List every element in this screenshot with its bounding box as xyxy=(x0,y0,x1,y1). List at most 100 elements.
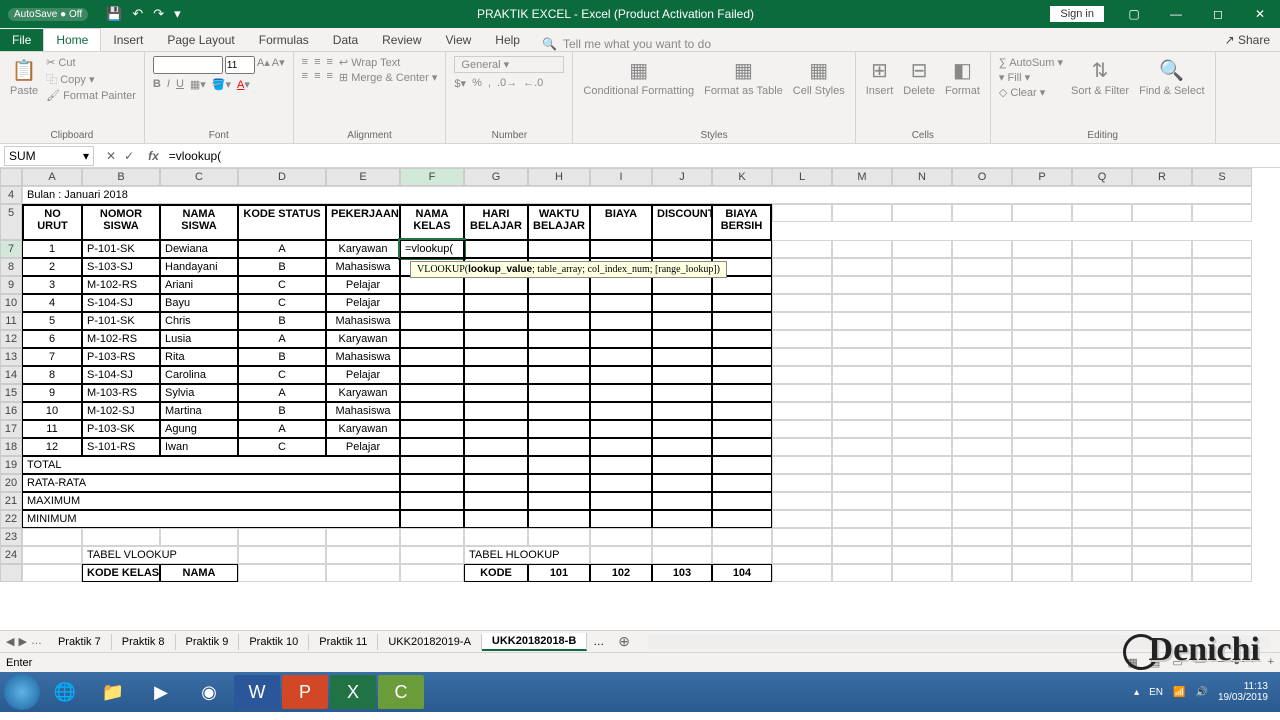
cell[interactable] xyxy=(772,456,832,474)
minimize-icon[interactable]: — xyxy=(1156,0,1196,28)
cell[interactable] xyxy=(464,294,528,312)
sheet-tab[interactable]: Praktik 11 xyxy=(309,634,378,650)
cell[interactable] xyxy=(400,510,464,528)
cell[interactable] xyxy=(82,528,160,546)
format-as-table-button[interactable]: ▦Format as Table xyxy=(702,56,785,99)
cell[interactable] xyxy=(832,564,892,582)
tab-pagelayout[interactable]: Page Layout xyxy=(155,29,246,51)
cell[interactable] xyxy=(772,204,832,222)
cell[interactable] xyxy=(712,474,772,492)
cell[interactable]: Sylvia xyxy=(160,384,238,402)
cell[interactable] xyxy=(892,456,952,474)
autosave-toggle[interactable]: AutoSave ● Off xyxy=(8,8,88,21)
cell[interactable] xyxy=(1012,348,1072,366)
cell[interactable] xyxy=(1072,384,1132,402)
cell-editing[interactable] xyxy=(400,312,464,330)
cell[interactable] xyxy=(832,348,892,366)
col-header-Q[interactable]: Q xyxy=(1072,168,1132,186)
col-header-N[interactable]: N xyxy=(892,168,952,186)
zoom-slider[interactable]: ──●── xyxy=(1218,656,1256,669)
cell[interactable] xyxy=(1132,240,1192,258)
row-header[interactable]: 23 xyxy=(0,528,22,546)
cell[interactable] xyxy=(652,528,712,546)
row-header[interactable]: 13 xyxy=(0,348,22,366)
cell[interactable]: 10 xyxy=(22,402,82,420)
cut-button[interactable]: ✂ Cut xyxy=(46,56,136,69)
cell[interactable] xyxy=(892,528,952,546)
cell[interactable]: S-104-SJ xyxy=(82,366,160,384)
sheet-tab[interactable]: Praktik 10 xyxy=(239,634,309,650)
cell[interactable]: Mahasiswa xyxy=(326,312,400,330)
cell[interactable] xyxy=(1132,258,1192,276)
select-all-corner[interactable] xyxy=(0,168,22,186)
cell-editing[interactable] xyxy=(400,402,464,420)
cell[interactable] xyxy=(712,402,772,420)
sheet-tab[interactable]: Praktik 9 xyxy=(176,634,240,650)
cell[interactable] xyxy=(892,330,952,348)
cell[interactable] xyxy=(1192,438,1252,456)
cell[interactable] xyxy=(772,240,832,258)
sheet-tab-active[interactable]: UKK20182018-B xyxy=(482,633,587,651)
cell[interactable] xyxy=(1012,510,1072,528)
cell[interactable] xyxy=(832,384,892,402)
cell[interactable] xyxy=(952,366,1012,384)
cell[interactable]: 7 xyxy=(22,348,82,366)
cell[interactable] xyxy=(952,312,1012,330)
cell[interactable] xyxy=(772,420,832,438)
cell[interactable] xyxy=(1072,366,1132,384)
view-layout-icon[interactable]: ▤ xyxy=(1150,656,1160,669)
cell[interactable] xyxy=(528,420,590,438)
copy-button[interactable]: ⿻ Copy ▾ xyxy=(46,71,136,87)
tab-view[interactable]: View xyxy=(434,29,484,51)
cell[interactable] xyxy=(1132,312,1192,330)
cell[interactable] xyxy=(590,330,652,348)
cell[interactable]: TABEL HLOOKUP xyxy=(464,546,590,564)
word-icon[interactable]: W xyxy=(234,675,280,709)
delete-cells-button[interactable]: ⊟Delete xyxy=(901,56,937,99)
formula-input[interactable] xyxy=(165,149,1280,163)
cell[interactable] xyxy=(1012,294,1072,312)
col-header-H[interactable]: H xyxy=(528,168,590,186)
cell[interactable]: S-104-SJ xyxy=(82,294,160,312)
cell[interactable]: Karyawan xyxy=(326,420,400,438)
view-pagebreak-icon[interactable]: ▭ xyxy=(1172,656,1182,669)
cell[interactable] xyxy=(528,456,590,474)
cell[interactable] xyxy=(832,528,892,546)
row-header[interactable] xyxy=(0,564,22,582)
row-header[interactable]: 22 xyxy=(0,510,22,528)
cell[interactable] xyxy=(1012,474,1072,492)
cell[interactable]: 6 xyxy=(22,330,82,348)
cell[interactable] xyxy=(1192,474,1252,492)
cell[interactable]: 2 xyxy=(22,258,82,276)
cell[interactable] xyxy=(464,528,528,546)
cell[interactable] xyxy=(1012,276,1072,294)
insert-cells-button[interactable]: ⊞Insert xyxy=(864,56,896,99)
cell[interactable] xyxy=(1132,420,1192,438)
cell[interactable] xyxy=(1012,456,1072,474)
cell[interactable] xyxy=(892,492,952,510)
cell[interactable] xyxy=(652,330,712,348)
cell-editing[interactable]: =vlookup( xyxy=(400,240,464,258)
cell[interactable] xyxy=(1192,492,1252,510)
cell[interactable] xyxy=(528,474,590,492)
decrease-font-icon[interactable]: A▾ xyxy=(272,56,285,74)
cell[interactable]: Mahasiswa xyxy=(326,348,400,366)
cell[interactable] xyxy=(892,276,952,294)
cell[interactable] xyxy=(1132,276,1192,294)
cell[interactable] xyxy=(772,402,832,420)
cell[interactable] xyxy=(1072,438,1132,456)
cell[interactable] xyxy=(22,564,82,582)
cell[interactable] xyxy=(1012,438,1072,456)
cell[interactable] xyxy=(1012,258,1072,276)
cell[interactable] xyxy=(528,366,590,384)
cell[interactable] xyxy=(590,528,652,546)
cell[interactable] xyxy=(952,438,1012,456)
cell[interactable] xyxy=(772,564,832,582)
cell[interactable] xyxy=(590,384,652,402)
cell[interactable] xyxy=(464,510,528,528)
cell[interactable] xyxy=(952,420,1012,438)
cell[interactable] xyxy=(832,330,892,348)
cell[interactable] xyxy=(1012,384,1072,402)
cell[interactable] xyxy=(1012,366,1072,384)
cell[interactable] xyxy=(892,366,952,384)
